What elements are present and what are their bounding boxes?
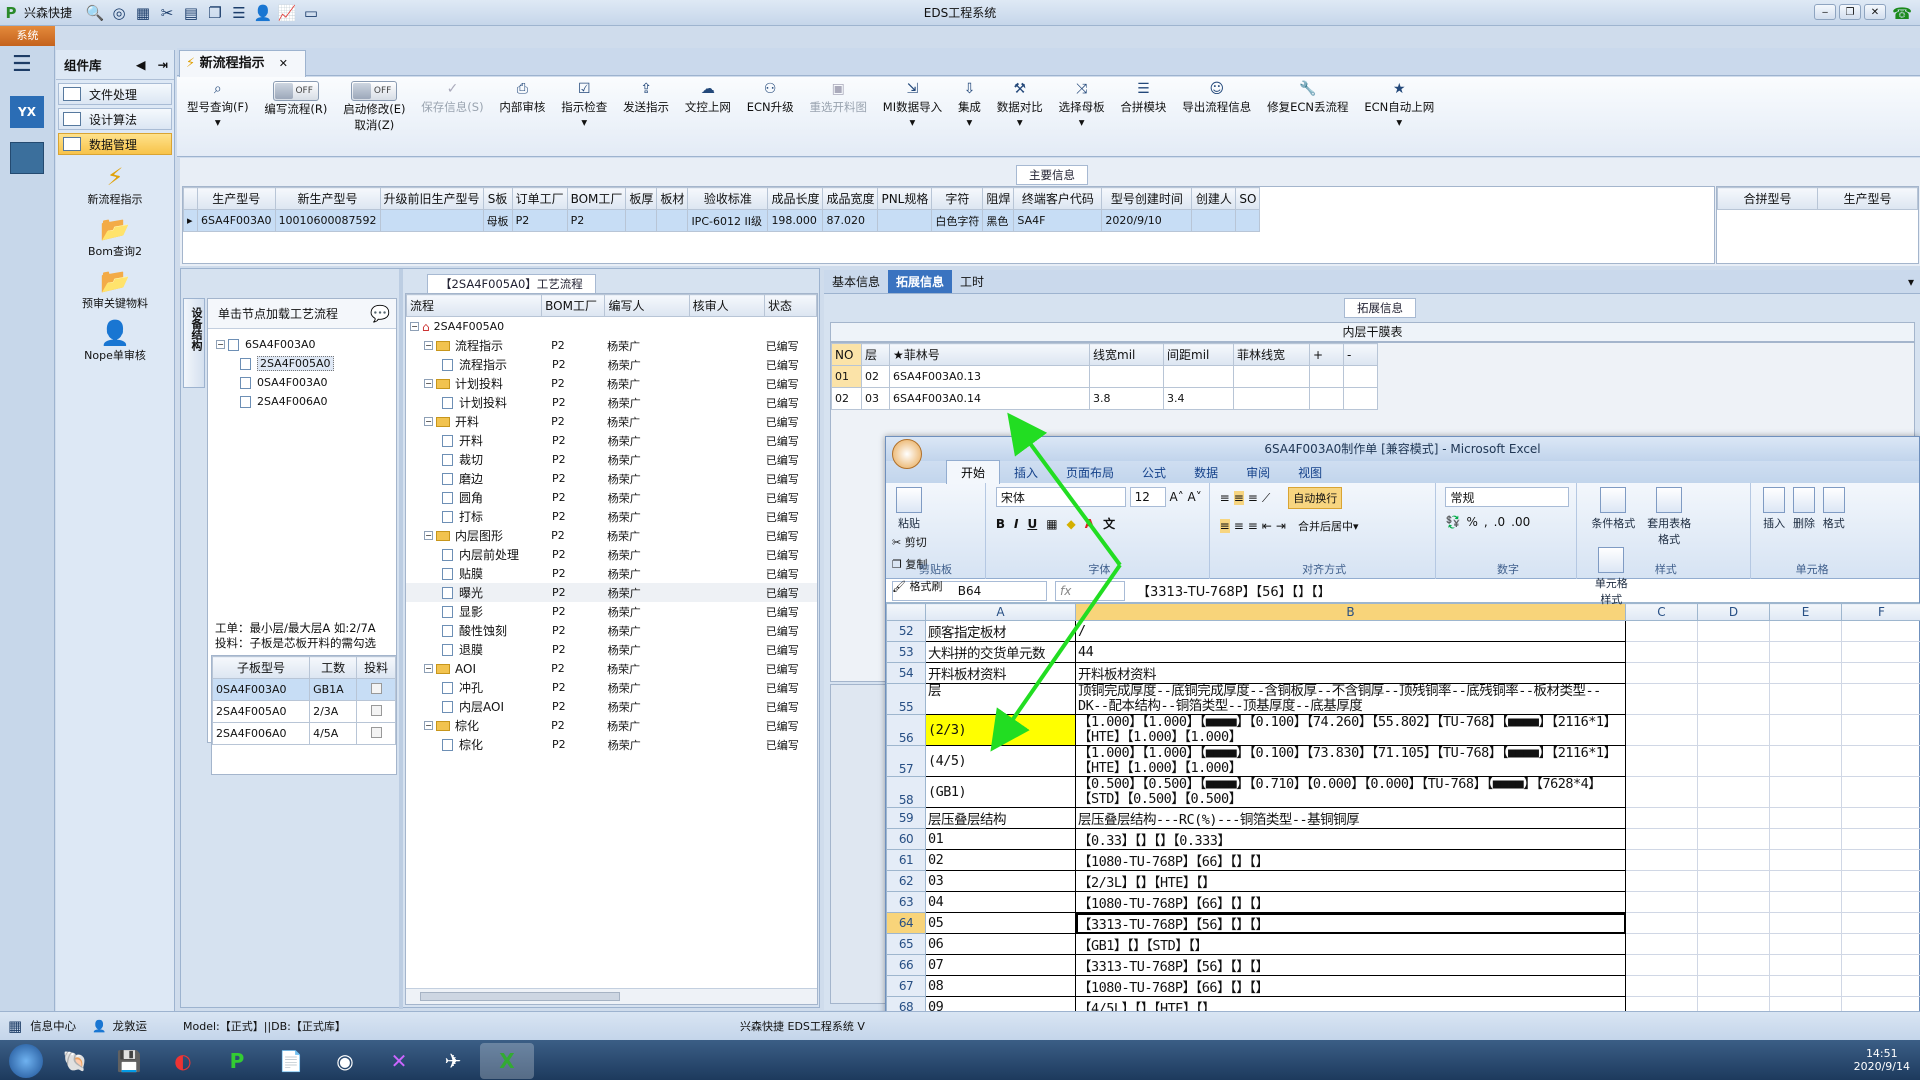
user-icon: 👤 [92,1019,107,1033]
chat-app-icon[interactable]: ✈ [426,1043,480,1079]
info-center-label[interactable]: 信息中心 [30,1018,76,1034]
taskbar: 🐚 💾 ◐ P 📄 ◉ ✕ ✈ X 14:51 2020/9/14 [0,1040,1920,1080]
clock-time: 14:51 [1865,1047,1898,1060]
clock[interactable]: 14:51 2020/9/14 [1854,1047,1910,1073]
eye-app-icon[interactable]: ◉ [318,1043,372,1079]
clock-date: 2020/9/14 [1853,1060,1910,1073]
shell-app-icon[interactable]: 🐚 [48,1043,102,1079]
info-center-icon[interactable]: ▦ [8,1017,22,1035]
status-bar: ▦ 信息中心 👤 龙敦运 Model:【正式】||DB:【正式库】 兴森快捷 E… [0,1011,1920,1040]
start-button[interactable] [4,1043,48,1079]
model-status: Model:【正式】||DB:【正式库】 [183,1020,346,1033]
arrow-to-film-row [1007,412,1122,567]
x-app-icon[interactable]: ✕ [372,1043,426,1079]
arrow-to-layer-cell [990,563,1122,752]
excel-app-icon[interactable]: X [480,1043,534,1079]
status-right: 兴森快捷 EDS工程系统 V [740,1020,865,1033]
red-app-icon[interactable]: ◐ [156,1043,210,1079]
current-user: 龙敦运 [112,1019,148,1033]
save-app-icon[interactable]: 💾 [102,1043,156,1079]
eds-app-icon[interactable]: P [210,1043,264,1079]
annotation-arrows [990,412,1122,752]
notepad-app-icon[interactable]: 📄 [264,1043,318,1079]
